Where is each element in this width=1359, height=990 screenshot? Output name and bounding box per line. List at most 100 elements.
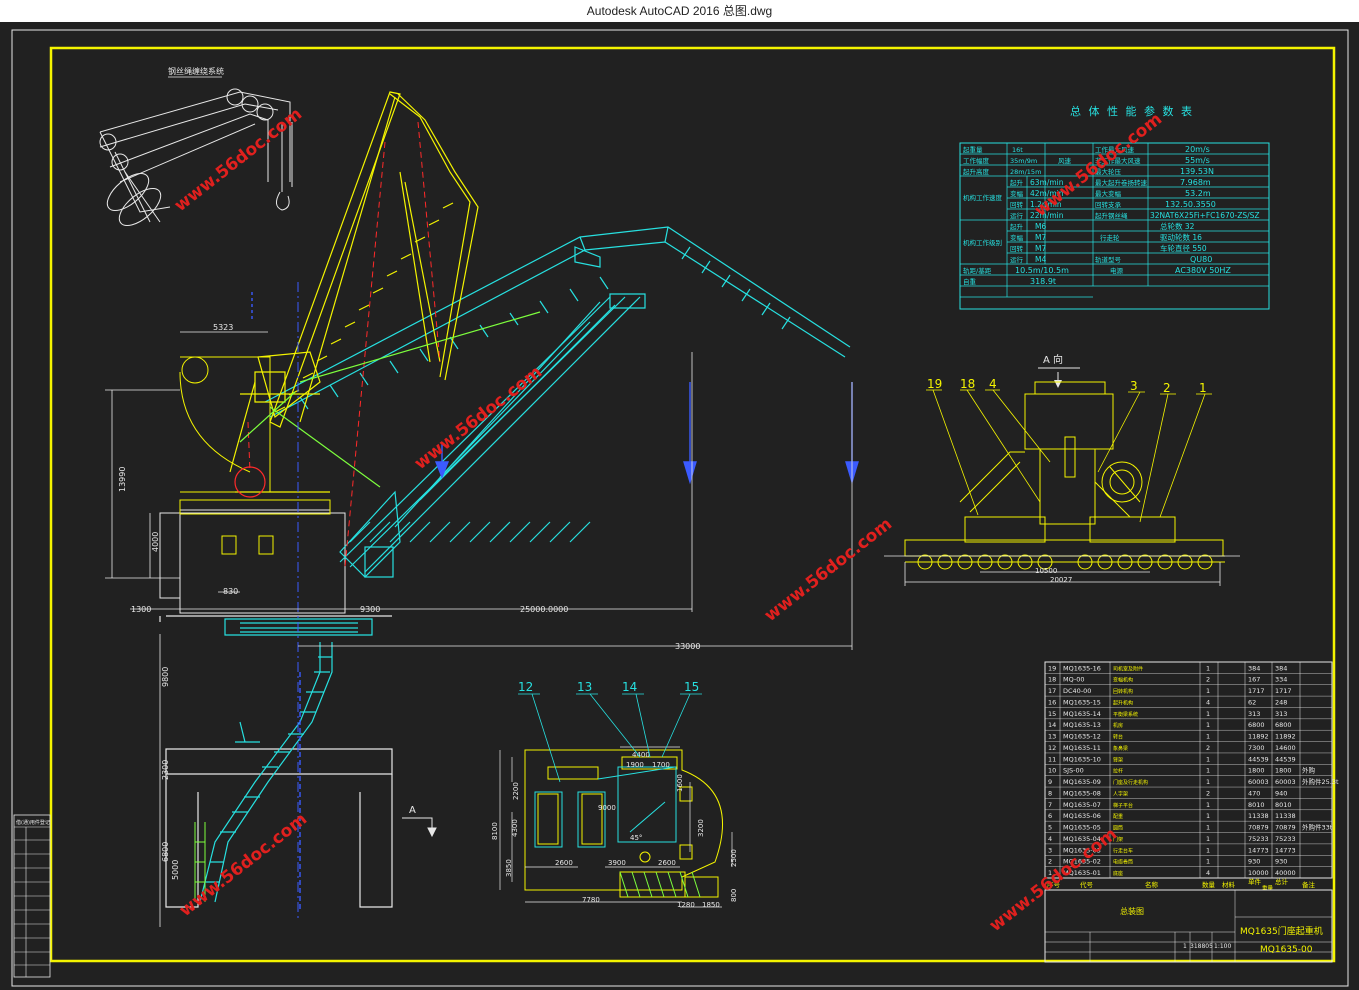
left-table-title: 借(通)用件登记 (16, 819, 50, 826)
assembly-label: 总装图 (1120, 906, 1144, 916)
svg-text:28m/15m: 28m/15m (1010, 168, 1041, 176)
svg-text:风速: 风速 (1058, 157, 1072, 165)
callout-18: 18 (960, 377, 975, 391)
callout-15: 15 (684, 680, 699, 694)
svg-text:最大变幅: 最大变幅 (1095, 189, 1122, 198)
svg-text:回转: 回转 (1010, 200, 1024, 209)
parts-cell: 拉杆 (1113, 768, 1123, 775)
parts-cell: 9 (1048, 778, 1052, 786)
parts-cell: 384 (1275, 664, 1287, 672)
window-title: Autodesk AutoCAD 2016 总图.dwg (586, 4, 773, 18)
parts-cell: 1717 (1248, 687, 1265, 695)
dim-angle: 45° (630, 834, 642, 842)
parts-cell: 1 (1206, 801, 1210, 809)
parts-cell: 11892 (1248, 733, 1269, 741)
parts-cell: 1 (1206, 835, 1210, 843)
parts-cell: DC40-00 (1063, 687, 1091, 695)
parts-cell: MQ1635-13 (1063, 721, 1101, 729)
svg-text:起升: 起升 (1010, 222, 1024, 231)
dim-9800: 9800 (161, 667, 170, 687)
dim-2600a: 2600 (555, 859, 573, 867)
dim-4000: 4000 (151, 532, 160, 552)
parts-cell: 12 (1048, 744, 1056, 752)
parts-cell: 1717 (1275, 687, 1292, 695)
parts-cell: 75233 (1275, 835, 1296, 843)
section-label-a: A (409, 805, 416, 816)
svg-text:起升钢丝绳: 起升钢丝绳 (1095, 211, 1128, 220)
parts-cell: 313 (1275, 710, 1287, 718)
dim-4400: 4400 (632, 751, 650, 759)
watermark-4: www.56doc.com (761, 514, 896, 626)
parts-cell: 14773 (1248, 846, 1269, 854)
svg-text:总计: 总计 (1275, 877, 1289, 886)
detail-title: 钢丝绳缠绕系统 (168, 66, 224, 76)
dim-1700: 1700 (652, 761, 670, 769)
parts-cell: 1 (1206, 778, 1210, 786)
svg-text:行走轮: 行走轮 (1100, 233, 1120, 242)
parts-cell: MQ1635-08 (1063, 789, 1101, 797)
parts-cell: 外购件33t (1302, 823, 1333, 832)
dim-6800: 6800 (161, 842, 170, 862)
svg-text:工作幅度: 工作幅度 (963, 156, 990, 165)
parts-cell: 75233 (1248, 835, 1269, 843)
parts-list: 19 MQ1635-16 司机室及附件 1 384 38418 MQ-00 变幅机构 2 167 3… (1044, 661, 1339, 963)
dim-2300: 2300 (161, 760, 170, 780)
dim-1300: 1300 (131, 605, 151, 614)
svg-text:20m/s: 20m/s (1185, 145, 1210, 154)
parts-cell: 机房 (1113, 722, 1123, 729)
callout-14: 14 (622, 680, 637, 694)
parts-cell: 6 (1048, 812, 1052, 820)
dim-8100: 8100 (491, 822, 499, 840)
parts-cell: 1800 (1275, 767, 1292, 775)
parts-cell: 334 (1275, 676, 1287, 684)
title-name: MQ1635门座起重机 (1240, 925, 1323, 937)
parts-cell: MQ1635-07 (1063, 801, 1101, 809)
svg-text:轨道型号: 轨道型号 (1095, 255, 1122, 264)
parts-cell: 167 (1248, 676, 1260, 684)
parts-cell: 外购 (1302, 766, 1316, 775)
dim-3900: 3900 (608, 859, 626, 867)
parts-cell: 62 (1248, 698, 1256, 706)
parts-cell: 70879 (1275, 824, 1296, 832)
parts-cell: 圆筒 (1113, 825, 1123, 832)
parts-cell: 470 (1248, 789, 1260, 797)
svg-text:32NAT6X25Fi+FC1670-ZS/SZ: 32NAT6X25Fi+FC1670-ZS/SZ (1150, 211, 1260, 220)
machine-room-plan: 4400 2200 8100 4300 3850 2600 3900 2600 … (491, 680, 738, 909)
drawing-canvas[interactable]: 钢丝绳缠绕系统 5323 13990 4000 830 1300 9300 25… (0, 22, 1359, 990)
parts-cell: MQ1635-10 (1063, 755, 1101, 763)
parts-cell: 2 (1048, 858, 1052, 866)
parts-cell: 1 (1206, 846, 1210, 854)
parts-cell: 变幅机构 (1113, 677, 1133, 684)
svg-text:车轮直径 550: 车轮直径 550 (1160, 243, 1207, 253)
main-elevation-view: 5323 13990 4000 830 1300 9300 25000.0000… (105, 91, 859, 927)
parts-cell: 11 (1048, 755, 1056, 763)
parts-cell: 7 (1048, 801, 1052, 809)
cad-drawing[interactable]: 钢丝绳缠绕系统 5323 13990 4000 830 1300 9300 25… (0, 22, 1359, 990)
parts-cell: 6800 (1275, 721, 1292, 729)
parts-cell: 梯子平台 (1113, 802, 1133, 809)
left-registry-table: 借(通)用件登记 (13, 814, 51, 978)
parts-cell: MQ1635-09 (1063, 778, 1101, 786)
drawing-number: MQ1635-00 (1260, 945, 1313, 955)
dim-9000: 9000 (598, 804, 616, 812)
svg-text:318.9t: 318.9t (1030, 277, 1056, 286)
parts-cell: 14773 (1275, 846, 1296, 854)
parts-cell: 回转机构 (1113, 688, 1133, 695)
parts-cell: 1 (1206, 767, 1210, 775)
dim-2200: 2200 (512, 782, 520, 800)
svg-text:轨距/基距: 轨距/基距 (963, 266, 992, 275)
svg-text:备注: 备注 (1302, 880, 1316, 889)
parts-cell: MQ1635-15 (1063, 698, 1101, 706)
svg-text:驱动轮数 16: 驱动轮数 16 (1160, 232, 1202, 242)
parts-cell: 11338 (1275, 812, 1296, 820)
parts-cell: 7300 (1248, 744, 1265, 752)
parts-cell: 2 (1206, 789, 1210, 797)
view-label: A 向 (1043, 353, 1063, 366)
dim-25000: 25000.0000 (520, 605, 568, 614)
parts-cell: 1 (1206, 755, 1210, 763)
svg-text:QU80: QU80 (1190, 255, 1212, 264)
svg-text:电源: 电源 (1110, 266, 1124, 275)
svg-text:132.50.3550: 132.50.3550 (1165, 200, 1216, 209)
mass-value: 318805 (1190, 943, 1213, 950)
svg-text:运行: 运行 (1010, 211, 1024, 220)
